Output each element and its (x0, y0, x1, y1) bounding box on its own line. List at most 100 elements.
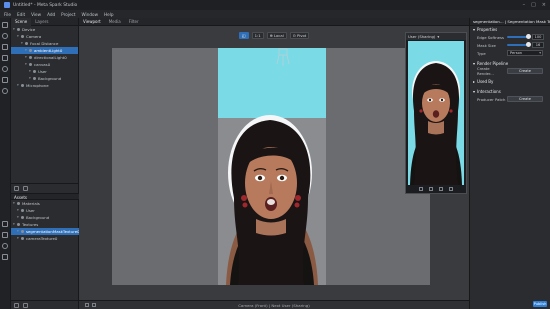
section-properties[interactable]: ▾ Properties (470, 26, 550, 33)
minimize-icon[interactable]: – (523, 2, 526, 8)
tree-item-label: Camera (26, 34, 42, 39)
simulator-device-label[interactable]: User (Sharing) (408, 33, 435, 40)
chevron-down-icon[interactable]: ▾ (437, 33, 439, 40)
settings-icon[interactable] (2, 254, 8, 260)
create-render-button[interactable]: Create (507, 68, 543, 74)
tree-item[interactable]: ▾ Camera (11, 33, 78, 40)
viewport-status-bar: Camera (Front) | Next User (Sharing) (79, 300, 469, 309)
view-mode-icon: ◰ (242, 33, 246, 38)
local-button[interactable]: ⊕ Local (266, 32, 287, 39)
camera-switch-icon[interactable] (429, 187, 433, 191)
tree-item[interactable]: ▾ User (11, 207, 79, 214)
viewport[interactable]: Viewport Media Filter ◰ 1:1 ⊕ Local ⊙ Pivo… (79, 18, 469, 309)
tree-item[interactable]: ▾ canvas0 (11, 61, 78, 68)
globe-icon: ⊕ (269, 33, 273, 38)
publish-button[interactable]: Publish (533, 301, 547, 307)
edge-softness-label: Edge Softness (477, 34, 504, 40)
maximize-icon[interactable]: □ (531, 2, 536, 8)
rotate-icon[interactable] (419, 187, 423, 191)
close-icon[interactable]: × (542, 2, 546, 8)
view-mode-button[interactable]: ◰ (239, 32, 249, 39)
scene-footer (11, 183, 79, 192)
type-select[interactable]: Person (507, 50, 543, 56)
light-gizmo-icon[interactable] (275, 48, 291, 68)
tab-media[interactable]: Media (105, 19, 125, 24)
edge-softness-field[interactable]: 100 (532, 34, 544, 40)
section-used-by-label: Used By (477, 79, 494, 84)
tab-layers[interactable]: Layers (31, 18, 52, 26)
edge-softness-slider[interactable] (507, 34, 531, 39)
inspector-panel: segmentation... | Segmentation Mask Text… (469, 18, 550, 309)
tab-filter[interactable]: Filter (125, 19, 143, 24)
tree-item[interactable]: ▾ User (11, 68, 78, 75)
simulator-header: User (Sharing) ▾ (406, 33, 466, 40)
menu-edit[interactable]: Edit (17, 12, 25, 17)
tree-item-label: Focal Distance (30, 41, 59, 46)
camera-icon[interactable] (2, 33, 8, 39)
tree-item[interactable]: ▾ Background (11, 75, 78, 82)
viewport-toolbar: ◰ 1:1 ⊕ Local ⊙ Pivot (239, 32, 310, 39)
mask-size-field[interactable]: 16 (532, 42, 544, 48)
grid-icon[interactable] (85, 303, 89, 307)
pause-icon[interactable] (439, 187, 443, 191)
pivot-label: Pivot (296, 33, 307, 38)
chevron-down-icon: ▾ (473, 27, 476, 32)
pivot-button[interactable]: ⊙ Pivot (289, 32, 310, 39)
menu-project[interactable]: Project (61, 12, 75, 17)
object-icon (21, 35, 24, 38)
add-asset-icon[interactable] (14, 302, 19, 308)
tree-item[interactable]: ▾ cameraTexture0 (11, 235, 79, 242)
zoom-button[interactable]: 1:1 (251, 32, 264, 39)
menu-add[interactable]: Add (47, 12, 55, 17)
tree-item[interactable]: ▾ directionalLight0 (11, 54, 78, 61)
slider-knob[interactable] (526, 34, 531, 39)
menu-bar: File Edit View Add Project Window Help (0, 10, 550, 18)
effects-icon[interactable] (2, 66, 8, 72)
frame-icon[interactable] (92, 303, 96, 307)
local-label: Local (273, 33, 284, 38)
chevron-down-icon: ▾ (473, 61, 476, 66)
patch-editor-icon[interactable] (2, 55, 8, 61)
assets-icon[interactable] (2, 221, 8, 227)
tab-scene[interactable]: Scene (11, 17, 32, 26)
restart-icon[interactable] (449, 187, 453, 191)
tree-item[interactable]: ▾ ambientLight0 (11, 47, 78, 54)
menu-window[interactable]: Window (82, 12, 99, 17)
inspector-header: segmentation... | Segmentation Mask Text… (470, 18, 550, 26)
tree-item-label: segmentationMaskTexture0 (26, 229, 79, 234)
tab-viewport[interactable]: Viewport (79, 19, 105, 24)
mask-size-slider[interactable] (507, 42, 531, 47)
section-used-by[interactable]: ▸ Used By (470, 78, 550, 85)
object-icon (21, 216, 24, 219)
add-object-icon[interactable] (14, 185, 19, 191)
create-render-row: Create Render... Create (470, 66, 550, 76)
camera-frame[interactable] (218, 48, 326, 285)
tree-item[interactable]: ▾ Microphone (11, 82, 78, 89)
section-properties-label: Properties (477, 27, 498, 32)
menu-help[interactable]: Help (104, 12, 114, 17)
help-icon[interactable] (2, 243, 8, 249)
search-icon[interactable] (2, 88, 8, 94)
library-icon[interactable] (2, 77, 8, 83)
create-patch-button[interactable]: Create (507, 96, 543, 102)
simulator-window[interactable]: User (Sharing) ▾ (405, 32, 467, 194)
tree-item[interactable]: ▾ Background (11, 214, 79, 221)
tree-item[interactable]: ▾ Materials (11, 200, 79, 207)
scene-tabs: Scene Layers (11, 17, 78, 26)
tree-item[interactable]: ▾ segmentationMaskTexture0 (11, 228, 79, 235)
tree-item[interactable]: ▾ Device (11, 26, 78, 33)
search-assets-icon[interactable] (23, 302, 28, 308)
person-image (226, 115, 318, 285)
slider-knob[interactable] (526, 42, 531, 47)
section-interactions[interactable]: ▾ Interactions (470, 88, 550, 95)
layers-icon[interactable] (2, 44, 8, 50)
filter-icon[interactable] (23, 185, 28, 191)
assets-footer (11, 300, 79, 309)
scene-icon[interactable] (2, 22, 8, 28)
object-icon (21, 230, 24, 233)
menu-view[interactable]: View (31, 12, 41, 17)
menu-file[interactable]: File (4, 12, 11, 17)
tree-item[interactable]: ▾ Textures (11, 221, 79, 228)
capabilities-icon[interactable] (2, 232, 8, 238)
tree-item[interactable]: ▾ Focal Distance (11, 40, 78, 47)
